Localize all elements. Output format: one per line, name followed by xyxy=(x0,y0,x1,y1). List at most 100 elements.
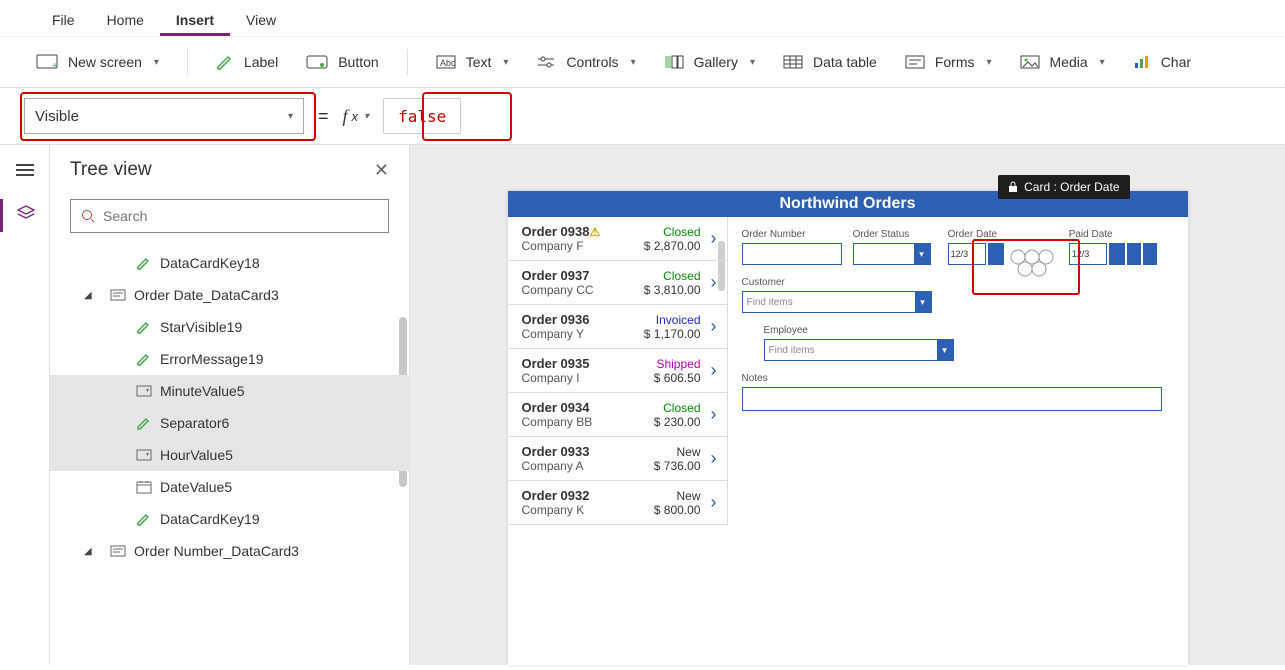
select-employee[interactable]: Find items▾ xyxy=(764,339,954,361)
chevron-right-icon: › xyxy=(711,316,717,337)
tree-item-label: DataCardKey19 xyxy=(160,511,260,527)
select-order-status[interactable] xyxy=(853,243,931,265)
order-id: Order 0933 xyxy=(522,444,654,459)
chevron-down-icon: ▾ xyxy=(1100,57,1105,68)
tree-item-label: MinuteValue5 xyxy=(160,383,245,399)
caret-icon: ◢ xyxy=(84,290,92,301)
order-row[interactable]: Order 0937Company CCClosed$ 3,810.00› xyxy=(508,261,727,305)
chevron-right-icon: › xyxy=(711,272,717,293)
card-tooltip: Card : Order Date xyxy=(998,175,1129,199)
media-button[interactable]: Media▾ xyxy=(1020,54,1105,70)
new-screen-button[interactable]: + New screen▾ xyxy=(36,54,159,70)
datatable-button[interactable]: Data table xyxy=(783,54,877,70)
order-row[interactable]: Order 0935Company IShipped$ 606.50› xyxy=(508,349,727,393)
dropdown-icon xyxy=(136,384,152,398)
tree-item[interactable]: Separator6 xyxy=(50,407,409,439)
label-customer: Customer xyxy=(742,277,940,288)
label-notes: Notes xyxy=(742,373,1166,384)
tree-item[interactable]: DataCardKey18 xyxy=(50,247,409,279)
fx-button[interactable]: fx ▾ xyxy=(343,106,370,127)
order-row[interactable]: Order 0934Company BBClosed$ 230.00› xyxy=(508,393,727,437)
select-customer[interactable]: Find items▾ xyxy=(742,291,932,313)
tree-search[interactable] xyxy=(70,199,389,233)
order-row[interactable]: Order 0936Company YInvoiced$ 1,170.00› xyxy=(508,305,727,349)
tab-insert[interactable]: Insert xyxy=(160,6,230,36)
insert-toolbar: + New screen▾ Label Button Abc Text▾ Con… xyxy=(0,37,1285,88)
tab-file[interactable]: File xyxy=(36,6,91,36)
screen-icon: + xyxy=(36,54,58,70)
order-company: Company K xyxy=(522,503,654,517)
calendar-button-2[interactable] xyxy=(1109,243,1125,265)
chevron-right-icon: › xyxy=(711,448,717,469)
chart-icon xyxy=(1133,55,1151,69)
order-status: Shipped xyxy=(654,357,701,371)
dropdown-icon xyxy=(136,448,152,462)
input-paid-date[interactable]: 12/3 xyxy=(1069,243,1107,265)
pencil-icon xyxy=(216,54,234,70)
pencil-icon xyxy=(136,320,152,334)
tree-item-label: ErrorMessage19 xyxy=(160,351,264,367)
charts-button[interactable]: Char xyxy=(1133,54,1191,70)
button-button[interactable]: Button xyxy=(306,54,378,70)
calendar-button[interactable] xyxy=(988,243,1004,265)
controls-button[interactable]: Controls▾ xyxy=(536,54,635,70)
tab-home[interactable]: Home xyxy=(91,6,160,36)
tree-item[interactable]: DateValue5 xyxy=(50,471,409,503)
tree-item-label: StarVisible19 xyxy=(160,319,242,335)
order-company: Company F xyxy=(522,239,644,253)
label-button[interactable]: Label xyxy=(216,54,278,70)
order-row[interactable]: Order 0933Company ANew$ 736.00 › xyxy=(508,437,727,481)
tree-item[interactable]: StarVisible19 xyxy=(50,311,409,343)
input-notes[interactable] xyxy=(742,387,1162,411)
order-status: Closed xyxy=(654,401,701,415)
order-status: New xyxy=(654,445,701,459)
formula-input[interactable]: false xyxy=(383,98,461,134)
order-company: Company CC xyxy=(522,283,644,297)
tree-item[interactable]: DataCardKey19 xyxy=(50,503,409,535)
caret-icon: ◢ xyxy=(84,546,92,557)
chevron-down-icon: ▾ xyxy=(154,57,159,68)
chevron-down-icon: ▾ xyxy=(288,111,293,122)
warning-icon: ⚠ xyxy=(589,225,600,239)
tree-item-label: Separator6 xyxy=(160,415,229,431)
text-button[interactable]: Abc Text▾ xyxy=(436,54,509,70)
table-icon xyxy=(783,55,803,69)
order-row[interactable]: Order 0932Company KNew$ 800.00› xyxy=(508,481,727,525)
order-amount: $ 1,170.00 xyxy=(644,327,701,341)
order-status: Closed xyxy=(644,225,701,239)
chevron-right-icon: › xyxy=(711,228,717,249)
order-status: Invoiced xyxy=(644,313,701,327)
order-amount: $ 230.00 xyxy=(654,415,701,429)
chevron-down-icon: ▾ xyxy=(364,111,369,122)
paid-extra-1[interactable] xyxy=(1127,243,1141,265)
formula-bar: Visible▾ = fx ▾ false xyxy=(0,88,1285,145)
button-icon xyxy=(306,55,328,69)
order-company: Company A xyxy=(522,459,654,473)
tab-view[interactable]: View xyxy=(230,6,292,36)
forms-button[interactable]: Forms▾ xyxy=(905,54,992,70)
order-id: Order 0934 xyxy=(522,400,654,415)
canvas: Card : Order Date Northwind Orders Order… xyxy=(410,145,1285,665)
tree-item[interactable]: ◢Order Number_DataCard3 xyxy=(50,535,409,567)
tree-item[interactable]: HourValue5 xyxy=(50,439,409,471)
tree-item[interactable]: ◢Order Date_DataCard3 xyxy=(50,279,409,311)
close-icon[interactable]: ✕ xyxy=(374,160,389,181)
hamburger-icon[interactable] xyxy=(16,161,34,179)
chevron-right-icon: › xyxy=(711,404,717,425)
chevron-right-icon: › xyxy=(711,492,717,513)
tree-item[interactable]: MinuteValue5 xyxy=(50,375,409,407)
tree-item[interactable]: ErrorMessage19 xyxy=(50,343,409,375)
label-employee: Employee xyxy=(764,325,962,336)
order-amount: $ 736.00 xyxy=(654,459,701,473)
ribbon-tabs: File Home Insert View xyxy=(0,0,1285,37)
search-input[interactable] xyxy=(103,208,378,224)
order-row[interactable]: Order 0938⚠Company FClosed$ 2,870.00› xyxy=(508,217,727,261)
treeview-rail-button[interactable] xyxy=(0,199,49,232)
gallery-button[interactable]: Gallery▾ xyxy=(664,54,755,70)
gallery-icon xyxy=(664,55,684,69)
input-order-number[interactable] xyxy=(742,243,842,265)
input-order-date[interactable]: 12/3 xyxy=(948,243,986,265)
sliders-icon xyxy=(536,55,556,69)
property-selector[interactable]: Visible▾ xyxy=(24,98,304,134)
paid-extra-2[interactable] xyxy=(1143,243,1157,265)
